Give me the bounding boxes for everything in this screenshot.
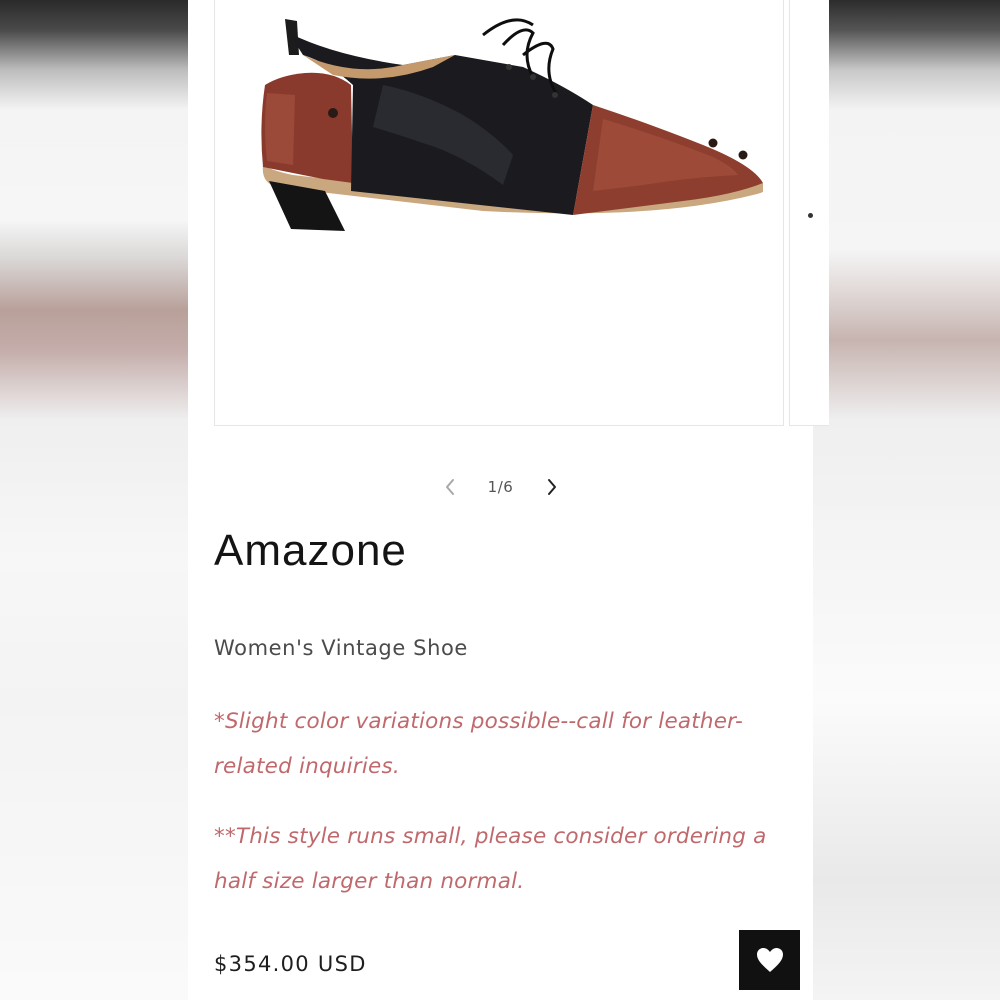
blurred-background-right [813, 0, 1000, 1000]
chevron-left-icon [445, 479, 454, 495]
next-slide-image-fragment [808, 213, 813, 218]
next-slide-peek[interactable] [789, 0, 829, 426]
wishlist-button[interactable] [739, 930, 800, 990]
sizing-note: **This style runs small, please consider… [214, 824, 767, 894]
product-subtitle: Women's Vintage Shoe [214, 636, 468, 660]
chevron-right-icon [547, 479, 556, 495]
slide-counter: 1/6 [487, 478, 514, 496]
previous-slide-button[interactable] [430, 470, 470, 504]
product-image [261, 18, 763, 231]
product-panel: 1/6 Amazone Women's Vintage Shoe *Slight… [188, 0, 829, 1000]
color-variation-note: *Slight color variations possible--call … [214, 709, 743, 779]
product-image-slide[interactable] [214, 0, 784, 426]
next-slide-button[interactable] [532, 470, 572, 504]
slide-pager: 1/6 [188, 470, 813, 504]
product-price: $354.00 USD [214, 952, 367, 976]
product-title: Amazone [214, 526, 407, 575]
heart-icon [756, 948, 783, 972]
